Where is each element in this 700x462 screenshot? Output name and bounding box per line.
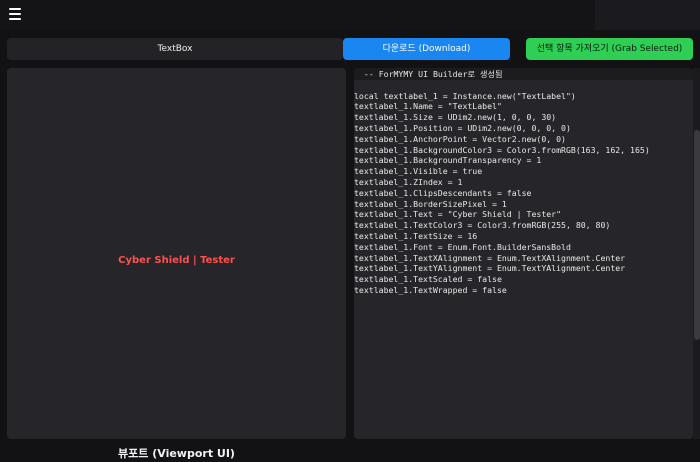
code-line: textlabel_1.Name = "TextLabel"	[354, 101, 502, 112]
textbox-button[interactable]: TextBox	[7, 38, 343, 60]
code-scrollbar[interactable]	[693, 68, 700, 439]
code-line: textlabel_1.BackgroundTransparency = 1	[354, 155, 542, 166]
code-line: textlabel_1.AnchorPoint = Vector2.new(0,…	[354, 133, 566, 144]
code-line: textlabel_1.Size = UDim2.new(1, 0, 0, 30…	[354, 112, 557, 123]
code-block[interactable]: -- ForMYMY UI Builder로 생성됨 local textlabe…	[354, 69, 684, 296]
scrollbar-thumb[interactable]	[694, 130, 700, 340]
hamburger-menu-icon[interactable]	[9, 8, 21, 20]
code-line: textlabel_1.TextXAlignment = Enum.TextXA…	[354, 252, 626, 263]
hamburger-line	[9, 8, 21, 10]
preview-text-label[interactable]: Cyber Shield | Tester	[7, 253, 346, 269]
code-line: textlabel_1.TextWrapped = false	[354, 284, 507, 295]
viewport-panel[interactable]: Cyber Shield | Tester	[7, 68, 346, 439]
download-button[interactable]: 다운로드 (Download)	[343, 38, 510, 60]
hamburger-line	[9, 13, 21, 15]
code-line: textlabel_1.ZIndex = 1	[354, 176, 463, 187]
code-line: textlabel_1.Visible = true	[354, 166, 483, 177]
code-line: textlabel_1.ClipsDescendants = false	[354, 187, 532, 198]
code-line: textlabel_1.TextSize = 16	[354, 230, 478, 241]
code-line: textlabel_1.BorderSizePixel = 1	[354, 198, 507, 209]
top-bar-right-region	[595, 0, 700, 30]
code-line: textlabel_1.Font = Enum.Font.BuilderSans…	[354, 241, 571, 252]
code-line: textlabel_1.Text = "Cyber Shield | Teste…	[354, 209, 562, 220]
code-line: textlabel_1.Position = UDim2.new(0, 0, 0…	[354, 122, 571, 133]
code-line: textlabel_1.TextColor3 = Color3.fromRGB(…	[354, 220, 611, 231]
code-line: local textlabel_1 = Instance.new("TextLa…	[354, 90, 576, 101]
code-line: textlabel_1.BackgroundColor3 = Color3.fr…	[354, 144, 650, 155]
viewport-caption: 뷰포트 (Viewport UI)	[118, 447, 235, 460]
grab-selected-button[interactable]: 선택 항목 가져오기 (Grab Selected)	[526, 38, 693, 60]
hamburger-line	[9, 18, 21, 20]
code-line: textlabel_1.TextScaled = false	[354, 274, 502, 285]
code-line: textlabel_1.TextYAlignment = Enum.TextYA…	[354, 263, 626, 274]
code-output-panel[interactable]: -- ForMYMY UI Builder로 생성됨 local textlabe…	[354, 68, 693, 439]
code-comment-line: -- ForMYMY UI Builder로 생성됨	[359, 69, 503, 79]
